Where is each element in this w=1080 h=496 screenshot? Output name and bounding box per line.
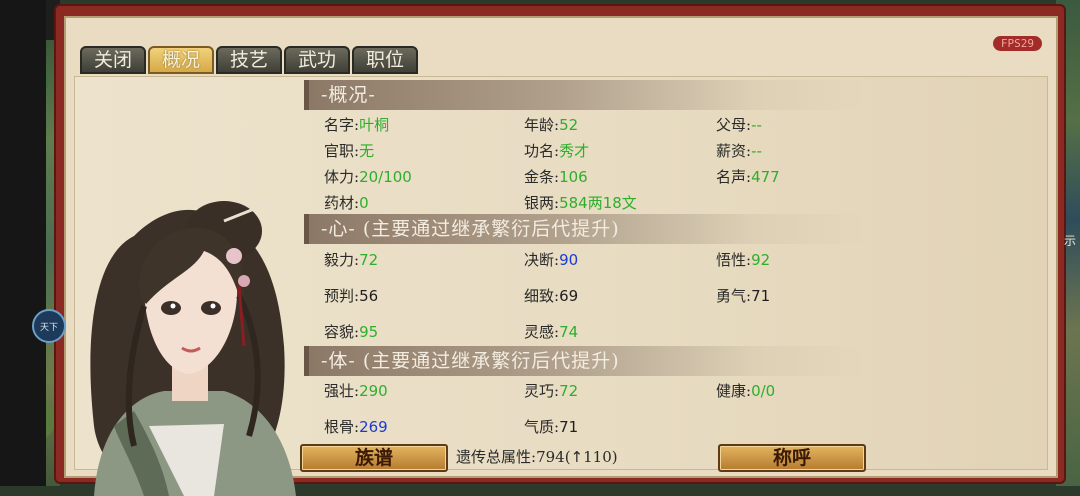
panel-inner: 关闭 概况 技艺 武功 职位 FPS29 -概况- 名字:叶桐 年龄:52 父母… [64,16,1058,496]
stat-temperament: 气质:71 [524,418,579,436]
stat-gold: 金条:106 [524,168,588,186]
total-attributes: 遗传总属性:794(↑110) [456,448,618,466]
stat-salary: 薪资:-- [716,142,762,160]
title-button[interactable]: 称呼 [718,444,866,472]
stat-courage: 勇气:71 [716,287,771,305]
stat-meticulousness: 细致:69 [524,287,579,305]
stat-rank: 功名:秀才 [524,142,590,160]
overview-header: -概况- [304,80,864,110]
stat-bone: 根骨:269 [324,418,388,436]
tab-position[interactable]: 职位 [352,46,418,74]
stat-foresight: 预判:56 [324,287,379,305]
tab-close[interactable]: 关闭 [80,46,146,74]
stat-strength: 强壮:290 [324,382,388,400]
stat-inspiration: 灵感:74 [524,323,579,341]
character-panel: 关闭 概况 技艺 武功 职位 FPS29 -概况- 名字:叶桐 年龄:52 父母… [54,4,1066,496]
map-background-left [0,0,60,486]
stat-parents: 父母:-- [716,116,762,134]
tab-martial-arts[interactable]: 武功 [284,46,350,74]
stat-appearance: 容貌:95 [324,323,379,341]
stat-fame: 名声:477 [716,168,780,186]
genealogy-button[interactable]: 族谱 [300,444,448,472]
stat-decisiveness: 决断:90 [524,251,579,269]
stat-silver: 银两:584两18文 [524,194,637,212]
stat-comprehension: 悟性:92 [716,251,771,269]
body-header: -体- (主要通过继承繁衍后代提升) [304,346,864,376]
stat-perseverance: 毅力:72 [324,251,379,269]
stat-stamina: 体力:20/100 [324,168,412,186]
tab-skills[interactable]: 技艺 [216,46,282,74]
heart-header: -心- (主要通过继承繁衍后代提升) [304,214,864,244]
stat-health: 健康:0/0 [716,382,776,400]
arrow-up-icon: ↑ [570,448,584,466]
stat-agility: 灵巧:72 [524,382,579,400]
stat-herbs: 药材:0 [324,194,369,212]
stat-office: 官职:无 [324,142,375,160]
stat-age: 年龄:52 [524,116,579,134]
tab-bar: 关闭 概况 技艺 武功 职位 [80,46,418,74]
side-map-icon[interactable]: 天下 [32,309,66,343]
right-edge-text: 示 [1063,234,1076,248]
stat-name: 名字:叶桐 [324,116,390,134]
fps-counter: FPS29 [992,36,1042,51]
character-portrait [90,199,296,496]
tab-overview[interactable]: 概况 [148,46,214,74]
